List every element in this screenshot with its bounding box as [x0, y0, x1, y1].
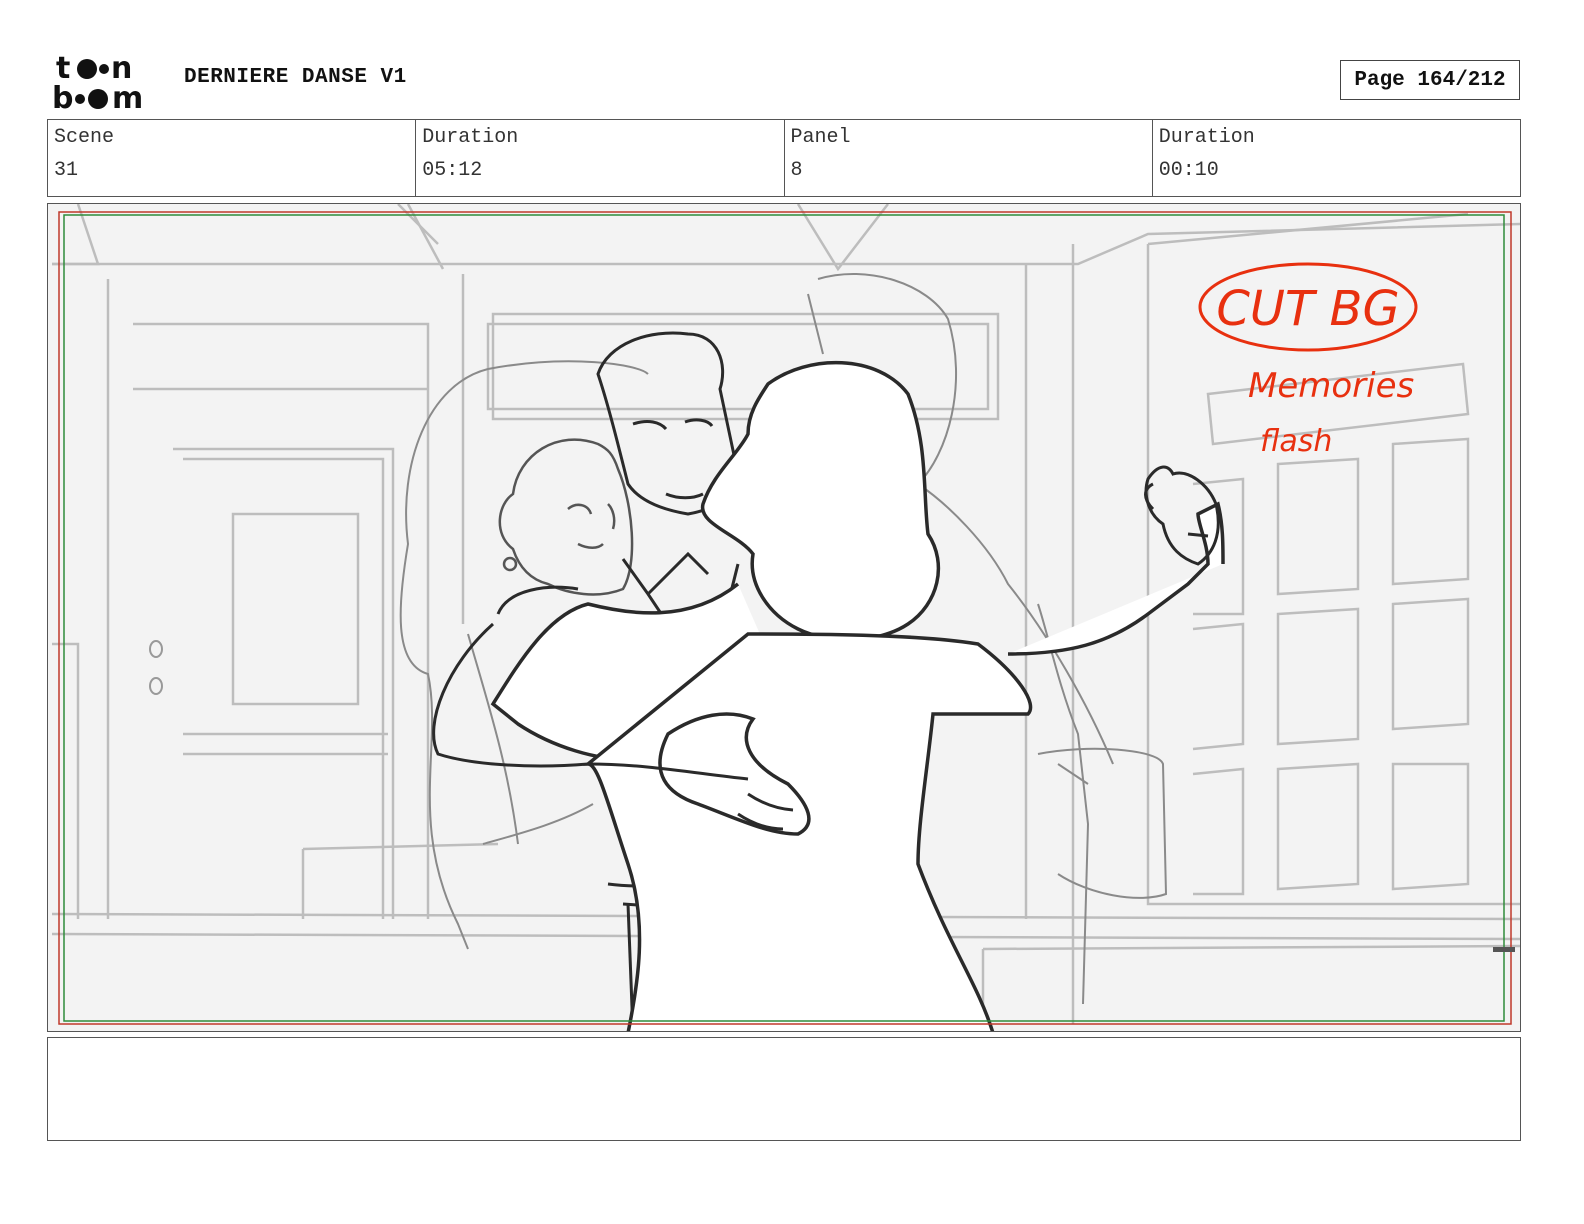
panel-duration-label: Duration — [1158, 126, 1255, 149]
director-notes: CUT BG Memories flash — [1198, 262, 1418, 459]
panel-duration-cell: Duration 00:10 — [1153, 120, 1520, 196]
panel-duration-value: 00:10 — [1158, 159, 1219, 182]
scene-cell: Scene 31 — [48, 120, 417, 196]
page-label: Page 164/212 — [1354, 68, 1506, 92]
panel-label: Panel — [790, 126, 851, 149]
scene-label: Scene — [54, 126, 115, 149]
svg-text:m: m — [112, 81, 143, 112]
toon-boom-logo: t n b m — [50, 51, 165, 116]
svg-text:b: b — [52, 81, 73, 112]
page-indicator: Page 164/212 — [1340, 60, 1520, 100]
storyboard-panel: CUT BG Memories flash — [47, 203, 1521, 1032]
panel-cell: Panel 8 — [785, 120, 1153, 196]
woman-back-figure — [490, 360, 1225, 1031]
woman-left-figure — [498, 438, 634, 596]
scene-value: 31 — [54, 159, 79, 182]
project-title: DERNIERE DANSE V1 — [184, 66, 407, 89]
panel-value: 8 — [790, 159, 803, 182]
panel-notes-box[interactable] — [47, 1037, 1521, 1141]
scene-duration-value: 05:12 — [422, 159, 483, 182]
scene-duration-cell: Duration 05:12 — [416, 120, 785, 196]
cut-bg-note: CUT BG — [1216, 281, 1399, 337]
scene-info-table: Scene 31 Duration 05:12 Panel 8 Duration… — [47, 119, 1521, 197]
scene-duration-label: Duration — [422, 126, 519, 149]
memories-note: Memories — [1248, 366, 1414, 406]
flash-note: flash — [1260, 424, 1332, 459]
panel-sketch: CUT BG Memories flash — [51, 204, 1520, 1031]
